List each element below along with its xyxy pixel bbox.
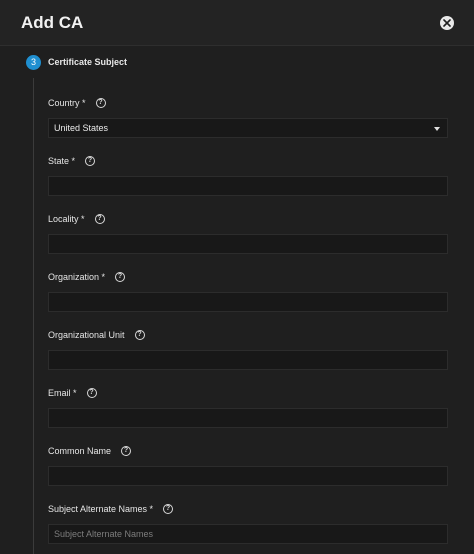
common-name-input[interactable]	[48, 466, 448, 486]
close-button[interactable]	[440, 16, 454, 30]
subject-alternate-names-input[interactable]: Subject Alternate Names	[48, 524, 448, 544]
common-name-field: Common Name ?	[48, 445, 448, 486]
country-select[interactable]: United States	[48, 118, 448, 138]
stepper-line	[33, 78, 34, 554]
state-input[interactable]	[48, 176, 448, 196]
state-label: State *	[48, 156, 76, 166]
subject-alternate-names-field: Subject Alternate Names * ? Subject Alte…	[48, 503, 448, 544]
help-icon[interactable]: ?	[86, 388, 97, 398]
state-field: State * ?	[48, 155, 448, 196]
locality-input[interactable]	[48, 234, 448, 254]
locality-field: Locality * ?	[48, 213, 448, 254]
organizational-unit-label: Organizational Unit	[48, 330, 125, 340]
help-icon[interactable]: ?	[115, 272, 126, 282]
country-select-value: United States	[54, 123, 109, 133]
close-icon	[443, 19, 451, 27]
organizational-unit-field: Organizational Unit ?	[48, 329, 448, 370]
step-number-badge: 3	[26, 55, 41, 70]
organization-label: Organization *	[48, 272, 106, 282]
organization-field: Organization * ?	[48, 271, 448, 312]
email-label: Email *	[48, 388, 77, 398]
organizational-unit-input[interactable]	[48, 350, 448, 370]
help-icon[interactable]: ?	[163, 504, 174, 514]
subject-alternate-names-placeholder: Subject Alternate Names	[54, 529, 154, 539]
locality-label: Locality *	[48, 214, 85, 224]
help-icon[interactable]: ?	[95, 98, 106, 108]
help-icon[interactable]: ?	[94, 214, 105, 224]
email-input[interactable]	[48, 408, 448, 428]
step-title: Certificate Subject	[48, 57, 128, 67]
subject-alternate-names-label: Subject Alternate Names *	[48, 504, 154, 514]
country-field: Country * ? United States	[48, 97, 448, 138]
common-name-label: Common Name	[48, 446, 112, 456]
chevron-down-icon	[434, 127, 440, 131]
dialog-title: Add CA	[21, 13, 84, 32]
country-label: Country *	[48, 98, 86, 108]
email-field: Email * ?	[48, 387, 448, 428]
help-icon[interactable]: ?	[85, 156, 96, 166]
dialog-header: Add CA	[0, 0, 474, 46]
organization-input[interactable]	[48, 292, 448, 312]
help-icon[interactable]: ?	[121, 446, 132, 456]
help-icon[interactable]: ?	[134, 330, 145, 340]
